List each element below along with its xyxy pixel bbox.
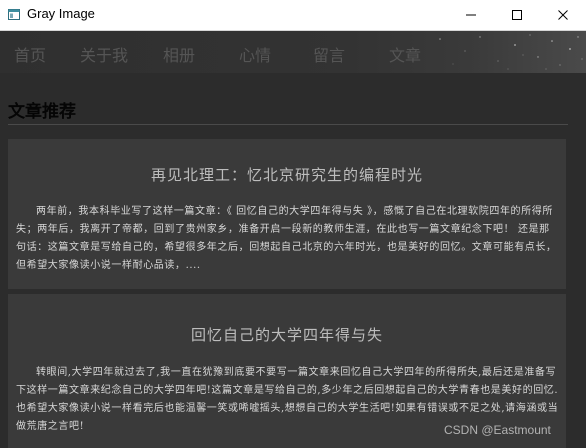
nav-item-home[interactable]: 首页 <box>14 42 46 66</box>
nav-item-album[interactable]: 相册 <box>163 42 195 66</box>
nav-item-mood[interactable]: 心情 <box>239 42 271 66</box>
close-button[interactable] <box>540 0 586 30</box>
page-content: 首页 关于我 相册 心情 留言 文章 文章推荐 再见北理工：忆北京研究生的编程时… <box>0 31 586 448</box>
maximize-icon <box>512 10 522 20</box>
nav-item-message[interactable]: 留言 <box>313 42 345 66</box>
close-icon <box>558 10 568 20</box>
section-divider <box>8 124 568 125</box>
nav-bar: 首页 关于我 相册 心情 留言 文章 <box>0 31 586 73</box>
starfield-decoration <box>439 34 583 70</box>
article-title[interactable]: 回忆自己的大学四年得与失 <box>8 324 566 345</box>
article-title[interactable]: 再见北理工：忆北京研究生的编程时光 <box>8 164 566 185</box>
watermark-text: CSDN @Eastmount <box>444 423 551 437</box>
section-title: 文章推荐 <box>8 102 76 122</box>
nav-item-articles[interactable]: 文章 <box>389 42 421 66</box>
minimize-button[interactable] <box>448 0 494 30</box>
minimize-icon <box>466 14 476 16</box>
nav-item-about[interactable]: 关于我 <box>80 42 128 66</box>
article-summary: 两年前，我本科毕业写了这样一篇文章：《 回忆自己的大学四年得与失 》，感慨了自己… <box>16 206 557 271</box>
window-title-bar: Gray Image <box>0 0 586 31</box>
app-window-icon <box>8 9 20 20</box>
window-title: Gray Image <box>27 6 95 21</box>
article-card[interactable]: 再见北理工：忆北京研究生的编程时光 两年前，我本科毕业写了这样一篇文章：《 回忆… <box>8 139 566 289</box>
maximize-button[interactable] <box>494 0 540 30</box>
